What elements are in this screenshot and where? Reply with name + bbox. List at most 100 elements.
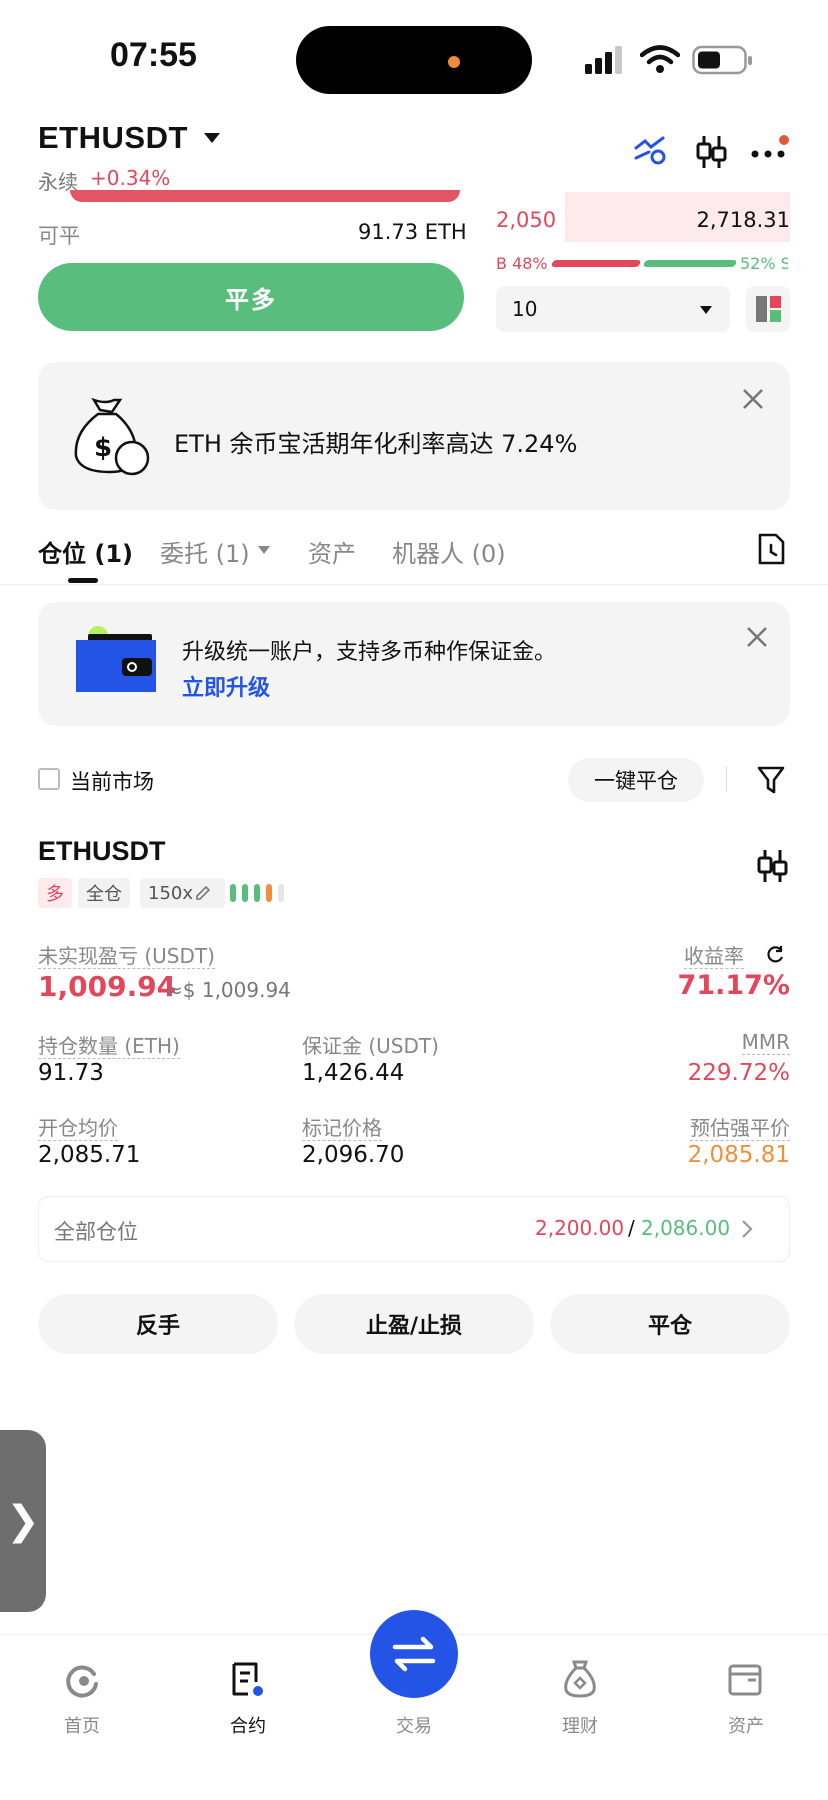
tab-positions[interactable]: 仓位 (1) (38, 534, 133, 569)
sell-ratio: 52% S (740, 254, 788, 273)
upgrade-link[interactable]: 立即升级 (182, 670, 270, 702)
mark-label: 标记价格 (302, 1116, 382, 1141)
margin-value: 1,426.44 (302, 1060, 405, 1086)
entry-label: 开仓均价 (38, 1116, 118, 1141)
depth-select-value: 10 (512, 297, 538, 321)
entry-value: 2,085.71 (38, 1142, 141, 1168)
mmr-value: 229.72% (687, 1060, 790, 1086)
home-icon[interactable] (64, 1662, 102, 1700)
adl-indicator-icon (230, 884, 284, 902)
available-value: 91.73 ETH (358, 220, 467, 244)
trade-fab[interactable] (370, 1610, 458, 1698)
symbol-title[interactable]: ETHUSDT (38, 120, 188, 156)
pnl-label-wrap: 未实现盈亏 (USDT) (38, 940, 215, 969)
battery-icon (692, 45, 752, 75)
margin-label: 保证金 (USDT) (302, 1034, 439, 1058)
tab-bots[interactable]: 机器人 (0) (392, 534, 506, 569)
leverage-badge[interactable]: 150x (140, 878, 226, 908)
status-time: 07:55 (110, 36, 197, 74)
all-positions-label: 全部仓位 (54, 1220, 138, 1244)
qty-label-wrap: 持仓数量 (ETH) (38, 1030, 180, 1059)
nav-trade-label[interactable]: 交易 (374, 1712, 454, 1738)
roe-label-wrap: 收益率 (684, 940, 744, 969)
upgrade-text: 升级统一账户，支持多币种作保证金。 (182, 640, 557, 665)
nav-home-label[interactable]: 首页 (42, 1712, 122, 1738)
camera-indicator (448, 56, 460, 68)
history-icon[interactable] (756, 532, 786, 566)
current-market-checkbox[interactable] (38, 768, 60, 790)
liq-label: 预估强平价 (690, 1116, 790, 1141)
close-long-button[interactable]: 平多 (38, 263, 464, 331)
nav-finance-label[interactable]: 理财 (540, 1712, 620, 1738)
chevron-down-icon[interactable] (204, 133, 220, 143)
more-icon[interactable] (750, 134, 792, 170)
chevron-right-icon: ❯ (6, 1498, 40, 1544)
candles-icon[interactable] (695, 134, 727, 170)
pnl-label: 未实现盈亏 (USDT) (38, 944, 215, 969)
select-caret-icon (700, 306, 712, 314)
dynamic-island (296, 26, 532, 94)
nav-assets-label[interactable]: 资产 (706, 1712, 786, 1738)
buy-ratio: B 48% (496, 254, 548, 273)
close-icon[interactable] (742, 388, 764, 410)
current-market-label: 当前市场 (70, 770, 154, 794)
close-icon[interactable] (746, 626, 768, 648)
sell-ratio-bar (642, 260, 738, 267)
tab-orders[interactable]: 委托 (1) (160, 534, 250, 569)
roe-value: 71.17% (677, 970, 790, 1001)
position-symbol[interactable]: ETHUSDT (38, 836, 166, 867)
mmr-label: MMR (741, 1030, 790, 1055)
chevron-right-icon[interactable] (740, 1218, 754, 1240)
edit-icon[interactable] (194, 884, 212, 902)
nav-contract-label[interactable]: 合约 (208, 1712, 288, 1738)
close-position-button[interactable]: 平仓 (550, 1294, 790, 1354)
filter-divider (726, 766, 727, 792)
tpsl-button[interactable]: 止盈/止损 (294, 1294, 534, 1354)
pnl-value: 1,009.94 (38, 970, 177, 1003)
close-all-button[interactable]: 一键平仓 (568, 758, 704, 802)
tpsl-separator: / (628, 1216, 635, 1240)
contract-icon[interactable] (228, 1660, 266, 1700)
sl-value: 2,086.00 (641, 1216, 731, 1240)
qty-label: 持仓数量 (ETH) (38, 1034, 180, 1059)
reverse-button[interactable]: 反手 (38, 1294, 278, 1354)
tab-active-indicator (68, 578, 98, 583)
tp-value: 2,200.00 (535, 1216, 625, 1240)
tab-orders-caret-icon[interactable] (258, 546, 270, 554)
money-bag-icon: $ (74, 397, 150, 476)
swap-icon (392, 1636, 436, 1672)
signal-icon (585, 46, 622, 74)
roe-label: 收益率 (684, 944, 744, 969)
margin-mode-badge: 全仓 (78, 878, 130, 908)
mmr-label-wrap: MMR (741, 1030, 790, 1055)
wallet-icon (76, 626, 156, 692)
filter-icon[interactable] (756, 764, 786, 796)
tab-assets[interactable]: 资产 (308, 534, 356, 569)
refresh-icon[interactable] (766, 944, 786, 964)
layout-icon (756, 296, 781, 322)
price-change: +0.34% (90, 166, 171, 190)
tabs-divider (0, 584, 828, 585)
svg-text:$: $ (94, 433, 112, 463)
liq-label-wrap: 预估强平价 (690, 1112, 790, 1141)
layout-toggle[interactable] (746, 286, 790, 332)
assets-icon[interactable] (726, 1660, 764, 1698)
orderbook-qty[interactable]: 2,718.31 (696, 208, 790, 232)
chart-icon[interactable] (633, 136, 669, 168)
pnl-usd-value: ≈$ 1,009.94 (166, 978, 291, 1002)
wifi-icon (640, 45, 680, 73)
sell-button-edge (70, 190, 460, 202)
mark-label-wrap: 标记价格 (302, 1112, 382, 1141)
candles-icon[interactable] (756, 848, 788, 884)
leverage-value: 150x (148, 882, 194, 904)
finance-icon[interactable] (560, 1658, 600, 1700)
mark-value: 2,096.70 (302, 1142, 405, 1168)
promo-text: ETH 余币宝活期年化利率高达 7.24% (174, 430, 578, 458)
available-label: 可平 (38, 224, 80, 248)
liq-value: 2,085.81 (687, 1142, 790, 1168)
orderbook-price[interactable]: 2,050 (496, 208, 556, 232)
buy-ratio-bar (550, 260, 642, 267)
qty-value: 91.73 (38, 1060, 104, 1086)
side-drawer-handle[interactable]: ❯ (0, 1430, 46, 1612)
entry-label-wrap: 开仓均价 (38, 1112, 118, 1141)
